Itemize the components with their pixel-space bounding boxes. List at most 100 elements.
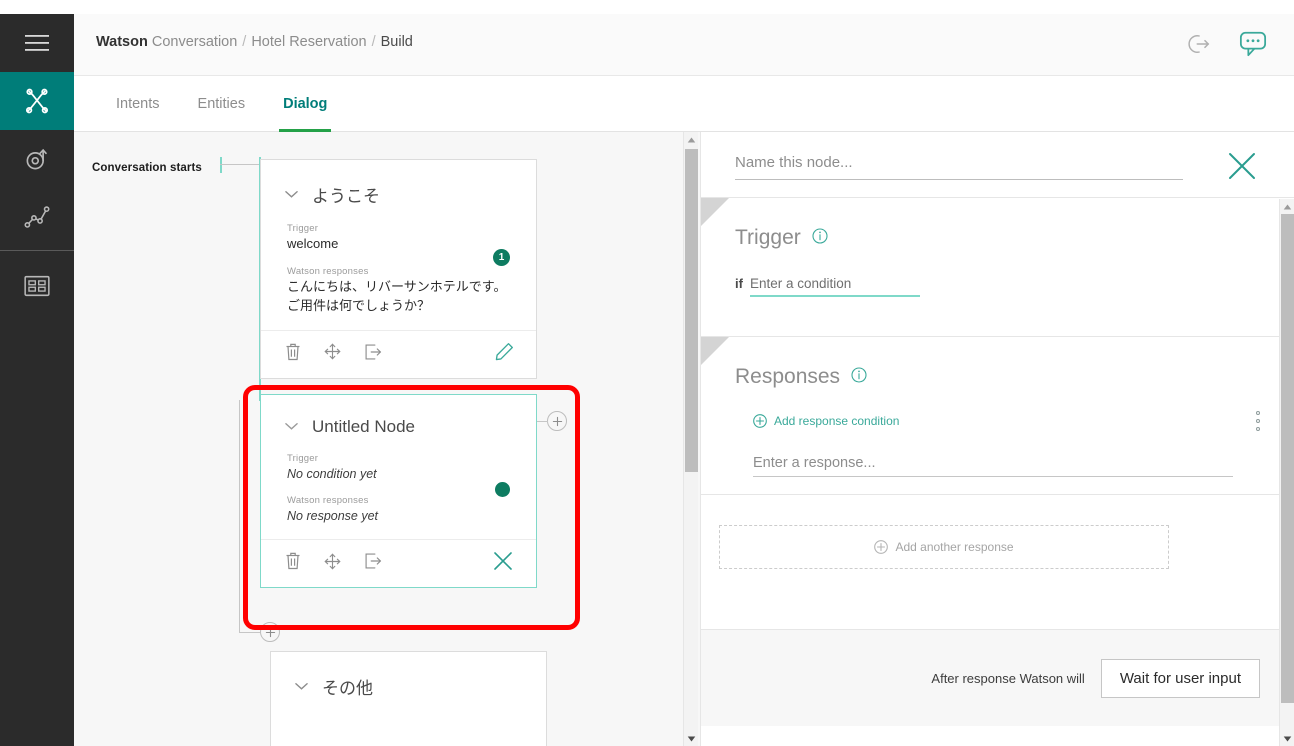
delete-trash-icon[interactable] bbox=[285, 343, 301, 366]
close-x-icon[interactable] bbox=[492, 550, 514, 577]
rail-divider bbox=[0, 250, 74, 251]
connector-trunk-lower bbox=[239, 400, 240, 632]
add-another-response-section: Add another response bbox=[701, 525, 1294, 630]
workspace-tabs: Intents Entities Dialog bbox=[74, 76, 1294, 132]
node-responses-label: Watson responses bbox=[287, 265, 369, 277]
add-child-node-button[interactable] bbox=[547, 411, 567, 431]
build-tools-icon bbox=[25, 88, 49, 114]
scroll-down-arrow-icon[interactable] bbox=[1280, 731, 1294, 746]
sidebar-item-improve[interactable] bbox=[0, 188, 74, 246]
add-another-response-label: Add another response bbox=[895, 540, 1014, 554]
node-responses-label: Watson responses bbox=[287, 495, 369, 507]
tab-dialog[interactable]: Dialog bbox=[269, 76, 341, 132]
chevron-down-icon[interactable] bbox=[285, 418, 298, 436]
sidebar-item-apps[interactable] bbox=[0, 257, 74, 315]
dialog-node-header[interactable]: その他 bbox=[271, 652, 546, 699]
node-response-status-dot bbox=[495, 482, 510, 497]
move-node-icon[interactable] bbox=[323, 342, 342, 366]
dialog-node-title: その他 bbox=[322, 679, 373, 698]
after-response-label: After response Watson will bbox=[931, 670, 1085, 686]
section-corner-fold bbox=[701, 337, 729, 365]
breadcrumb-separator-1: / bbox=[242, 34, 247, 50]
info-icon[interactable] bbox=[812, 227, 828, 249]
breadcrumb-product-rest[interactable]: Conversation bbox=[152, 34, 237, 50]
add-another-response-button[interactable]: Add another response bbox=[719, 525, 1169, 569]
section-corner-fold bbox=[701, 198, 729, 226]
node-responses-value: こんにちは、リバーサンホテルです。ご用件は何でしょうか？ bbox=[287, 278, 507, 313]
node-editor-panel: Trigger if Responses bbox=[700, 132, 1294, 746]
add-sibling-node-button[interactable] bbox=[260, 622, 280, 642]
connector-start-horizontal bbox=[220, 164, 260, 165]
move-node-icon[interactable] bbox=[323, 552, 342, 576]
dialog-node-other[interactable]: その他 bbox=[270, 651, 547, 746]
node-trigger-label: Trigger bbox=[287, 453, 319, 464]
sidebar-item-build[interactable] bbox=[0, 72, 74, 130]
breadcrumb-separator-2: / bbox=[371, 34, 376, 50]
node-trigger-label: Trigger bbox=[287, 223, 319, 234]
chevron-down-icon[interactable] bbox=[295, 678, 308, 696]
after-response-action-button[interactable]: Wait for user input bbox=[1100, 658, 1260, 698]
dialog-node-header[interactable]: ようこそ bbox=[261, 160, 536, 207]
sidebar-item-deploy[interactable] bbox=[0, 130, 74, 188]
conversation-starts-label: Conversation starts bbox=[92, 162, 202, 174]
dialog-node-title: ようこそ bbox=[312, 187, 380, 206]
menu-icon[interactable] bbox=[0, 14, 74, 72]
dialog-node-untitled[interactable]: Untitled Node Trigger No condition yet W… bbox=[260, 394, 537, 589]
jump-to-icon[interactable] bbox=[364, 552, 382, 575]
apps-grid-icon bbox=[24, 275, 50, 297]
dialog-node-title: Untitled Node bbox=[312, 417, 416, 436]
deploy-icon bbox=[26, 148, 47, 170]
node-responses-value: No response yet bbox=[287, 509, 379, 524]
breadcrumb-product-bold[interactable]: Watson bbox=[96, 34, 148, 50]
node-editor-scrollbar[interactable] bbox=[1279, 199, 1294, 746]
dialog-node-welcome[interactable]: ようこそ Trigger welcome Watson responses 1 … bbox=[260, 159, 537, 379]
dialog-node-body: Trigger welcome Watson responses 1 こんにちは… bbox=[261, 207, 536, 330]
response-input[interactable] bbox=[753, 449, 1233, 477]
canvas-scroll-thumb[interactable] bbox=[685, 149, 698, 472]
if-label: if bbox=[735, 276, 743, 291]
scroll-up-arrow-icon[interactable] bbox=[684, 132, 699, 147]
trigger-section-title: Trigger bbox=[735, 226, 801, 249]
header-actions bbox=[1188, 30, 1268, 63]
add-response-condition-button[interactable]: Add response condition bbox=[735, 414, 899, 428]
dialog-node-header[interactable]: Untitled Node bbox=[261, 395, 536, 437]
node-name-input[interactable] bbox=[735, 149, 1183, 180]
node-editor-scroll-thumb[interactable] bbox=[1281, 214, 1294, 703]
tab-intents-label: Intents bbox=[116, 96, 160, 112]
jump-to-icon[interactable] bbox=[364, 343, 382, 366]
tab-intents[interactable]: Intents bbox=[102, 76, 174, 132]
connector-to-add-button bbox=[537, 421, 548, 422]
chevron-down-icon[interactable] bbox=[285, 186, 298, 204]
response-condition-row: Add response condition bbox=[735, 411, 1294, 431]
breadcrumb-workspace[interactable]: Hotel Reservation bbox=[251, 34, 366, 50]
connector-start-tick bbox=[220, 157, 222, 173]
dialog-node-body: Trigger No condition yet Watson response… bbox=[261, 437, 536, 539]
dialog-canvas[interactable]: Conversation starts ようこそ Trigger welcome bbox=[74, 132, 700, 746]
canvas-scrollbar[interactable] bbox=[683, 132, 698, 746]
breadcrumb-section[interactable]: Build bbox=[381, 34, 413, 50]
plus-circle-icon bbox=[874, 540, 889, 554]
node-editor-title-row bbox=[701, 132, 1294, 198]
chat-try-it-icon[interactable] bbox=[1238, 30, 1268, 63]
response-overflow-menu-icon[interactable] bbox=[1256, 411, 1260, 431]
close-panel-icon[interactable] bbox=[1226, 150, 1258, 187]
edit-pencil-icon[interactable] bbox=[495, 342, 514, 366]
watson-conversation-dialog-builder: Watson Conversation / Hotel Reservation / Bu… bbox=[0, 0, 1294, 746]
delete-trash-icon[interactable] bbox=[285, 552, 301, 575]
condition-input[interactable] bbox=[749, 272, 920, 297]
add-response-condition-label: Add response condition bbox=[774, 414, 900, 428]
trigger-section: Trigger if bbox=[701, 198, 1294, 337]
responses-section-title: Responses bbox=[735, 365, 841, 388]
dialog-node-footer bbox=[261, 329, 536, 378]
dialog-node-footer bbox=[261, 539, 536, 587]
plus-circle-icon bbox=[753, 414, 767, 428]
responses-section: Responses Add response condition bbox=[701, 337, 1294, 495]
scroll-up-arrow-icon[interactable] bbox=[1280, 199, 1294, 214]
exit-logout-icon[interactable] bbox=[1188, 33, 1212, 60]
scroll-down-arrow-icon[interactable] bbox=[684, 731, 699, 746]
node-trigger-value: welcome bbox=[287, 236, 339, 251]
trigger-condition-row: if bbox=[735, 272, 1294, 297]
after-response-bar: After response Watson will Wait for user… bbox=[701, 630, 1294, 726]
info-icon[interactable] bbox=[851, 366, 867, 388]
tab-entities[interactable]: Entities bbox=[184, 76, 260, 132]
